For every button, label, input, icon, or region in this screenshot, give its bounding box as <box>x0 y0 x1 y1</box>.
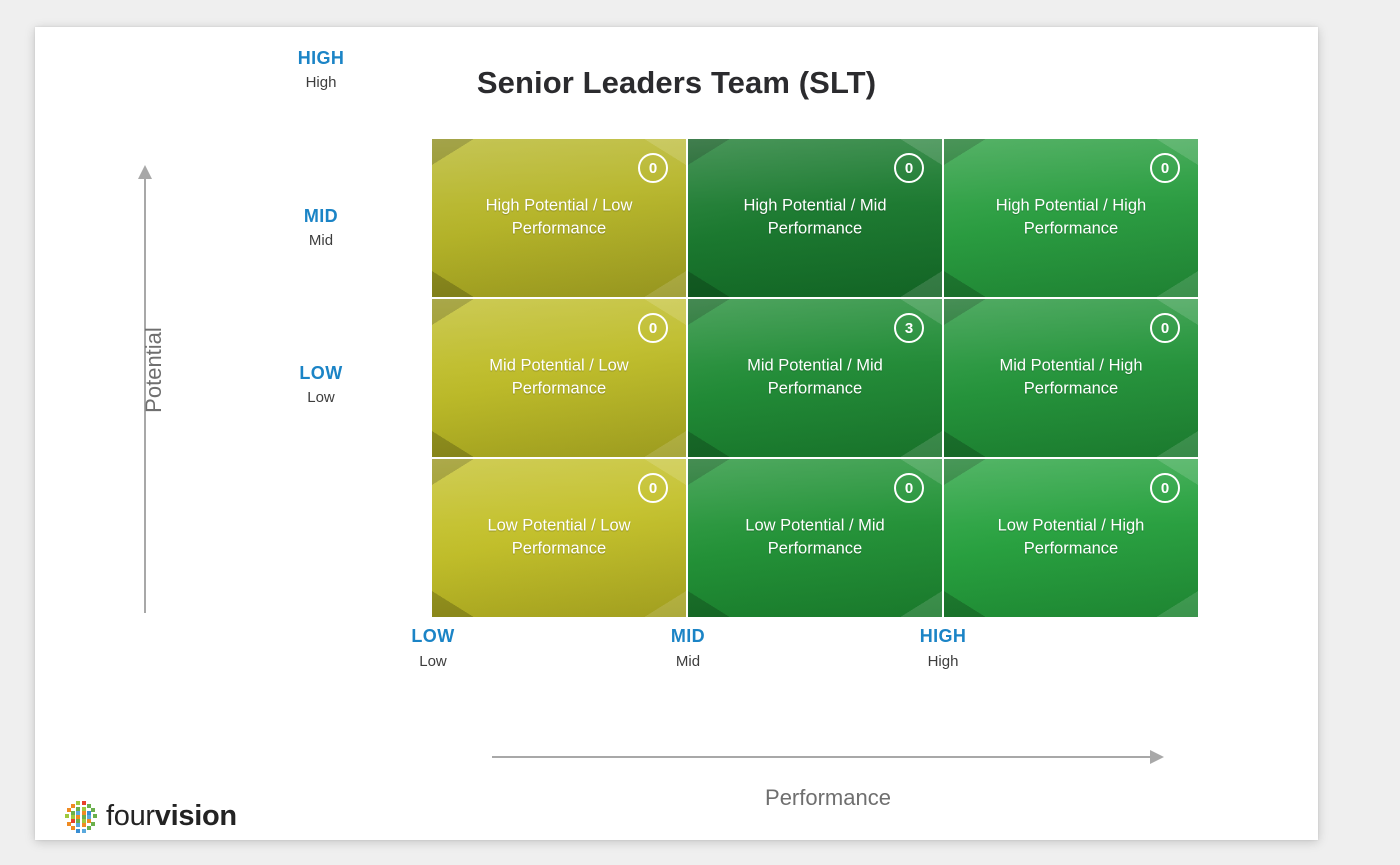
cell-label: High Potential / Mid Performance <box>743 196 887 238</box>
y-tick-cap: MID <box>303 206 339 226</box>
cell-label: Low Potential / High Performance <box>997 516 1145 558</box>
fourvision-dot-cluster-icon <box>63 799 97 833</box>
nine-box-card: Senior Leaders Team (SLT) Potential HIGH… <box>35 27 1318 840</box>
logo-dot <box>76 823 80 827</box>
matrix-cell[interactable]: Low Potential / Mid Performance 0 <box>688 459 942 617</box>
matrix-cell[interactable]: High Potential / Mid Performance 0 <box>688 139 942 297</box>
logo-dot <box>71 804 75 808</box>
fourvision-logo: fourvision <box>63 799 237 833</box>
cell-count-badge[interactable]: 0 <box>1150 313 1180 343</box>
logo-dot <box>91 808 95 812</box>
x-tick-sub: Low <box>419 653 447 670</box>
logo-dot <box>82 801 86 805</box>
x-axis-label: Performance <box>765 785 891 810</box>
cell-label: Mid Potential / Low Performance <box>489 356 629 398</box>
nine-box-grid: High Potential / Low Performance 0 High Po… <box>432 139 1198 617</box>
cell-count-badge[interactable]: 0 <box>638 473 668 503</box>
matrix-page: Senior Leaders Team (SLT) Potential HIGH… <box>0 0 1400 865</box>
cell-label: High Potential / Low Performance <box>485 196 633 238</box>
logo-dot <box>82 823 86 827</box>
y-tick-cap: HIGH <box>297 48 345 68</box>
logo-dot <box>71 819 75 823</box>
cell-count-badge[interactable]: 0 <box>638 153 668 183</box>
y-tick-sub: Low <box>307 389 335 406</box>
y-tick-sub: Mid <box>308 232 334 249</box>
cell-label: High Potential / High Performance <box>995 196 1147 238</box>
x-tick-cap: HIGH <box>919 626 967 646</box>
logo-dot <box>76 801 80 805</box>
cell-count-badge[interactable]: 0 <box>638 313 668 343</box>
arrow-right-icon <box>492 750 1164 764</box>
x-tick-cap: MID <box>670 626 706 646</box>
y-tick-high: HIGH High <box>250 49 392 90</box>
logo-text-light: four <box>106 799 155 832</box>
logo-dot <box>91 822 95 826</box>
cell-label: Low Potential / Low Performance <box>487 516 631 558</box>
x-tick-sub: Mid <box>675 653 701 670</box>
y-tick-low: LOW Low <box>250 364 392 405</box>
cell-label: Mid Potential / High Performance <box>999 356 1143 398</box>
matrix-cell[interactable]: Mid Potential / Low Performance 0 <box>432 299 686 457</box>
cell-count-badge[interactable]: 3 <box>894 313 924 343</box>
matrix-cell[interactable]: High Potential / High Performance 0 <box>944 139 1198 297</box>
y-tick-cap: LOW <box>299 363 343 383</box>
cell-count-badge[interactable]: 0 <box>894 153 924 183</box>
logo-dot <box>87 826 91 830</box>
matrix-cell[interactable]: High Potential / Low Performance 0 <box>432 139 686 297</box>
y-tick-sub: High <box>305 74 337 91</box>
cell-count-badge[interactable]: 0 <box>1150 473 1180 503</box>
cell-count-badge[interactable]: 0 <box>1150 153 1180 183</box>
cell-label: Low Potential / Mid Performance <box>745 516 885 558</box>
logo-text-bold: vision <box>154 799 237 832</box>
logo-wordmark: fourvision <box>106 799 237 832</box>
cell-label: Mid Potential / Mid Performance <box>747 356 883 398</box>
y-tick-mid: MID Mid <box>250 207 392 248</box>
x-tick-cap: LOW <box>411 626 455 646</box>
matrix-cell[interactable]: Low Potential / High Performance 0 <box>944 459 1198 617</box>
logo-dot <box>76 829 80 833</box>
matrix-cell[interactable]: Mid Potential / High Performance 0 <box>944 299 1198 457</box>
x-tick-low: LOW Low <box>333 627 533 669</box>
logo-dot <box>82 829 86 833</box>
logo-dot <box>65 814 69 818</box>
y-axis-label: Potential <box>141 327 166 413</box>
x-tick-mid: MID Mid <box>588 627 788 669</box>
matrix-cell[interactable]: Mid Potential / Mid Performance 3 <box>688 299 942 457</box>
cell-count-badge[interactable]: 0 <box>894 473 924 503</box>
logo-dot <box>93 814 97 818</box>
x-tick-sub: High <box>927 653 959 670</box>
logo-dot <box>71 826 75 830</box>
x-tick-high: HIGH High <box>843 627 1043 669</box>
matrix-cell[interactable]: Low Potential / Low Performance 0 <box>432 459 686 617</box>
page-title: Senior Leaders Team (SLT) <box>476 65 877 100</box>
